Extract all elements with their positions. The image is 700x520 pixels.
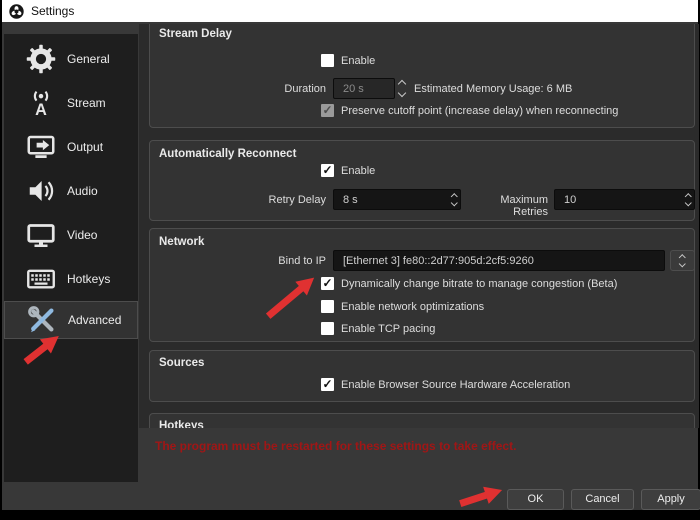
chevron-up-icon xyxy=(398,80,406,88)
duration-spin-buttons[interactable] xyxy=(399,78,405,99)
apply-button[interactable]: Apply xyxy=(641,489,700,510)
checkbox-unchecked xyxy=(321,300,334,313)
monitor-arrow-icon xyxy=(24,131,57,164)
retry-delay-spinner[interactable]: 8 s xyxy=(333,189,461,210)
sidebar-item-label: Stream xyxy=(67,96,106,110)
max-retries-label: Maximum Retries xyxy=(466,194,548,218)
max-retries-spinner[interactable]: 10 xyxy=(554,189,695,210)
network-optimizations-checkbox[interactable]: Enable network optimizations xyxy=(321,300,484,313)
bind-to-ip-label: Bind to IP xyxy=(150,255,326,267)
settings-pane[interactable]: Stream Delay Enable Duration 20 s Estima… xyxy=(139,24,699,428)
checkbox-checked xyxy=(321,164,334,177)
tools-icon xyxy=(25,304,58,337)
settings-sidebar: General A Stream Output xyxy=(4,34,138,482)
group-auto-reconnect: Automatically Reconnect Enable Retry Del… xyxy=(149,140,695,221)
settings-window: General A Stream Output xyxy=(0,22,700,513)
sidebar-item-label: Video xyxy=(67,228,97,242)
sidebar-item-label: General xyxy=(67,52,110,66)
chevron-up-icon xyxy=(685,193,691,199)
stream-delay-enable-checkbox[interactable]: Enable xyxy=(321,54,375,67)
gear-icon xyxy=(24,43,57,76)
sidebar-item-output[interactable]: Output xyxy=(4,125,138,169)
svg-text:A: A xyxy=(35,101,47,118)
browser-hw-accel-checkbox[interactable]: Enable Browser Source Hardware Accelerat… xyxy=(321,378,570,391)
sidebar-item-video[interactable]: Video xyxy=(4,213,138,257)
sidebar-item-stream[interactable]: A Stream xyxy=(4,81,138,125)
max-retries-spin-buttons[interactable] xyxy=(686,190,691,209)
group-title: Stream Delay xyxy=(159,28,232,40)
sidebar-item-general[interactable]: General xyxy=(4,37,138,81)
dynamic-bitrate-checkbox[interactable]: Dynamically change bitrate to manage con… xyxy=(321,277,617,290)
checkbox-unchecked xyxy=(321,54,334,67)
checkbox-checked xyxy=(321,378,334,391)
preserve-cutoff-checkbox[interactable]: Preserve cutoff point (increase delay) w… xyxy=(321,104,618,117)
sidebar-item-audio[interactable]: Audio xyxy=(4,169,138,213)
keyboard-icon xyxy=(24,263,57,296)
retry-delay-spin-buttons[interactable] xyxy=(452,190,457,209)
sidebar-item-label: Advanced xyxy=(68,313,121,327)
bind-to-ip-combobox[interactable]: [Ethernet 3] fe80::2d77:905d:2cf5:9260 xyxy=(333,250,665,271)
chevron-down-icon xyxy=(685,200,691,206)
sidebar-item-label: Output xyxy=(67,140,103,154)
group-network: Network Bind to IP [Ethernet 3] fe80::2d… xyxy=(149,228,695,342)
titlebar: Settings xyxy=(0,0,700,22)
restart-warning-text: The program must be restarted for these … xyxy=(155,439,516,453)
memory-usage-text: Estimated Memory Usage: 6 MB xyxy=(414,83,572,95)
duration-label: Duration xyxy=(150,83,326,95)
checkbox-unchecked xyxy=(321,322,334,335)
group-title: Sources xyxy=(159,357,204,369)
sidebar-item-hotkeys[interactable]: Hotkeys xyxy=(4,257,138,301)
group-hotkeys: Hotkeys xyxy=(149,413,695,428)
chevron-down-icon xyxy=(679,261,685,267)
chevron-up-icon xyxy=(451,193,457,199)
group-title: Automatically Reconnect xyxy=(159,148,296,160)
ok-button[interactable]: OK xyxy=(507,489,564,510)
reconnect-enable-checkbox[interactable]: Enable xyxy=(321,164,375,177)
bind-to-ip-combo-button[interactable] xyxy=(670,250,695,271)
group-stream-delay: Stream Delay Enable Duration 20 s Estima… xyxy=(149,24,695,128)
duration-spinner[interactable]: 20 s xyxy=(333,78,395,99)
obs-logo-icon xyxy=(9,4,24,19)
annotation-arrow-ok xyxy=(454,479,508,520)
checkbox-checked xyxy=(321,277,334,290)
sidebar-item-label: Audio xyxy=(67,184,98,198)
chevron-down-icon xyxy=(398,89,406,97)
tcp-pacing-checkbox[interactable]: Enable TCP pacing xyxy=(321,322,435,335)
cancel-button[interactable]: Cancel xyxy=(571,489,634,510)
retry-delay-label: Retry Delay xyxy=(150,194,326,206)
chevron-down-icon xyxy=(451,200,457,206)
group-sources: Sources Enable Browser Source Hardware A… xyxy=(149,350,695,402)
group-title: Network xyxy=(159,236,204,248)
group-title: Hotkeys xyxy=(159,420,204,428)
sidebar-item-label: Hotkeys xyxy=(67,272,110,286)
monitor-icon xyxy=(24,219,57,252)
window-title: Settings xyxy=(31,4,74,18)
sidebar-item-advanced[interactable]: Advanced xyxy=(4,301,138,339)
speaker-icon xyxy=(24,175,57,208)
checkbox-checked-disabled xyxy=(321,104,334,117)
broadcast-antenna-icon: A xyxy=(24,87,57,120)
chevron-up-icon xyxy=(679,254,685,260)
